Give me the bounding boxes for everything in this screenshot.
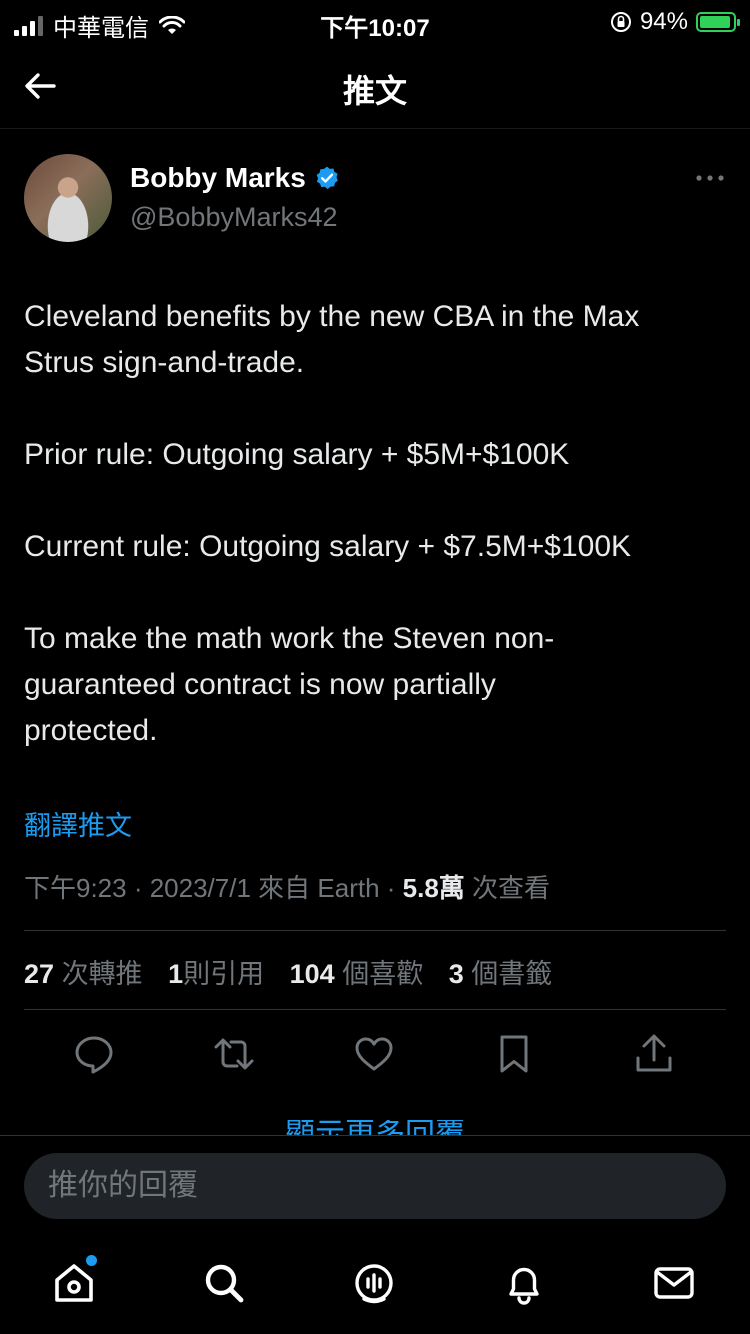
- stat-likes[interactable]: 104 個喜歡: [290, 959, 424, 989]
- tweet-paragraph: Current rule: Outgoing salary + $7.5M+$1…: [24, 530, 632, 563]
- retweet-icon[interactable]: [212, 1032, 256, 1076]
- bookmark-icon[interactable]: [492, 1032, 536, 1076]
- translate-tweet-link[interactable]: 翻譯推文: [24, 804, 132, 843]
- tab-bar: [0, 1235, 750, 1334]
- status-right: 94%: [610, 8, 740, 36]
- nav-header: 推文: [0, 44, 750, 128]
- author-name: Bobby Marks: [130, 162, 306, 193]
- reply-input[interactable]: 推你的回覆: [24, 1153, 726, 1219]
- more-options-icon[interactable]: [694, 168, 726, 188]
- stat-retweets[interactable]: 27 次轉推: [24, 959, 143, 989]
- tweet-paragraph: To make the math work the Steven non- gu…: [24, 622, 555, 747]
- avatar[interactable]: [24, 154, 112, 242]
- home-icon[interactable]: [50, 1259, 98, 1307]
- tweet-text: Cleveland benefits by the new CBA in the…: [24, 294, 726, 800]
- tweet-stats: 27 次轉推 1則引用 104 個喜歡 3 個書籤: [24, 952, 570, 991]
- notifications-icon[interactable]: [500, 1259, 548, 1307]
- stat-bookmarks[interactable]: 3 個書籤: [449, 959, 553, 989]
- divider: [24, 930, 726, 931]
- tweet-time: 下午9:23: [24, 873, 127, 903]
- header-divider: [0, 128, 750, 129]
- verified-badge-icon: [316, 166, 338, 190]
- status-bar: 中華電信 下午10:07 94%: [0, 0, 750, 44]
- battery-charging-icon: [696, 12, 740, 32]
- battery-percent: 94%: [639, 8, 688, 35]
- spaces-icon[interactable]: [350, 1259, 398, 1307]
- page-title: 推文: [342, 73, 407, 109]
- action-bar: [24, 1032, 726, 1076]
- reply-bar: 推你的回覆: [0, 1135, 750, 1236]
- orientation-lock-icon: [610, 12, 631, 32]
- reply-icon[interactable]: [72, 1032, 116, 1076]
- tweet-paragraph: Prior rule: Outgoing salary + $5M+$100K: [24, 438, 570, 471]
- home-notification-dot: [86, 1255, 97, 1266]
- views-count: 5.8萬: [402, 873, 465, 903]
- tweet-date: 2023/7/1: [149, 873, 251, 903]
- like-icon[interactable]: [352, 1032, 396, 1076]
- author-name-row[interactable]: Bobby Marks: [130, 162, 340, 194]
- author-handle[interactable]: @BobbyMarks42: [130, 202, 338, 233]
- stat-quotes[interactable]: 1則引用: [168, 959, 264, 989]
- views-label: 次查看: [472, 873, 551, 903]
- divider: [24, 1009, 726, 1010]
- messages-icon[interactable]: [650, 1259, 698, 1307]
- tweet-meta: 下午9:23 · 2023/7/1 來自 Earth · 5.8萬 次查看: [24, 873, 551, 903]
- search-icon[interactable]: [200, 1259, 248, 1307]
- tweet-paragraph: Cleveland benefits by the new CBA in the…: [24, 300, 640, 379]
- tweet-source: 來自 Earth: [258, 873, 380, 903]
- show-more-replies-link[interactable]: 顯示更多回覆: [0, 1120, 750, 1136]
- share-icon[interactable]: [632, 1032, 676, 1076]
